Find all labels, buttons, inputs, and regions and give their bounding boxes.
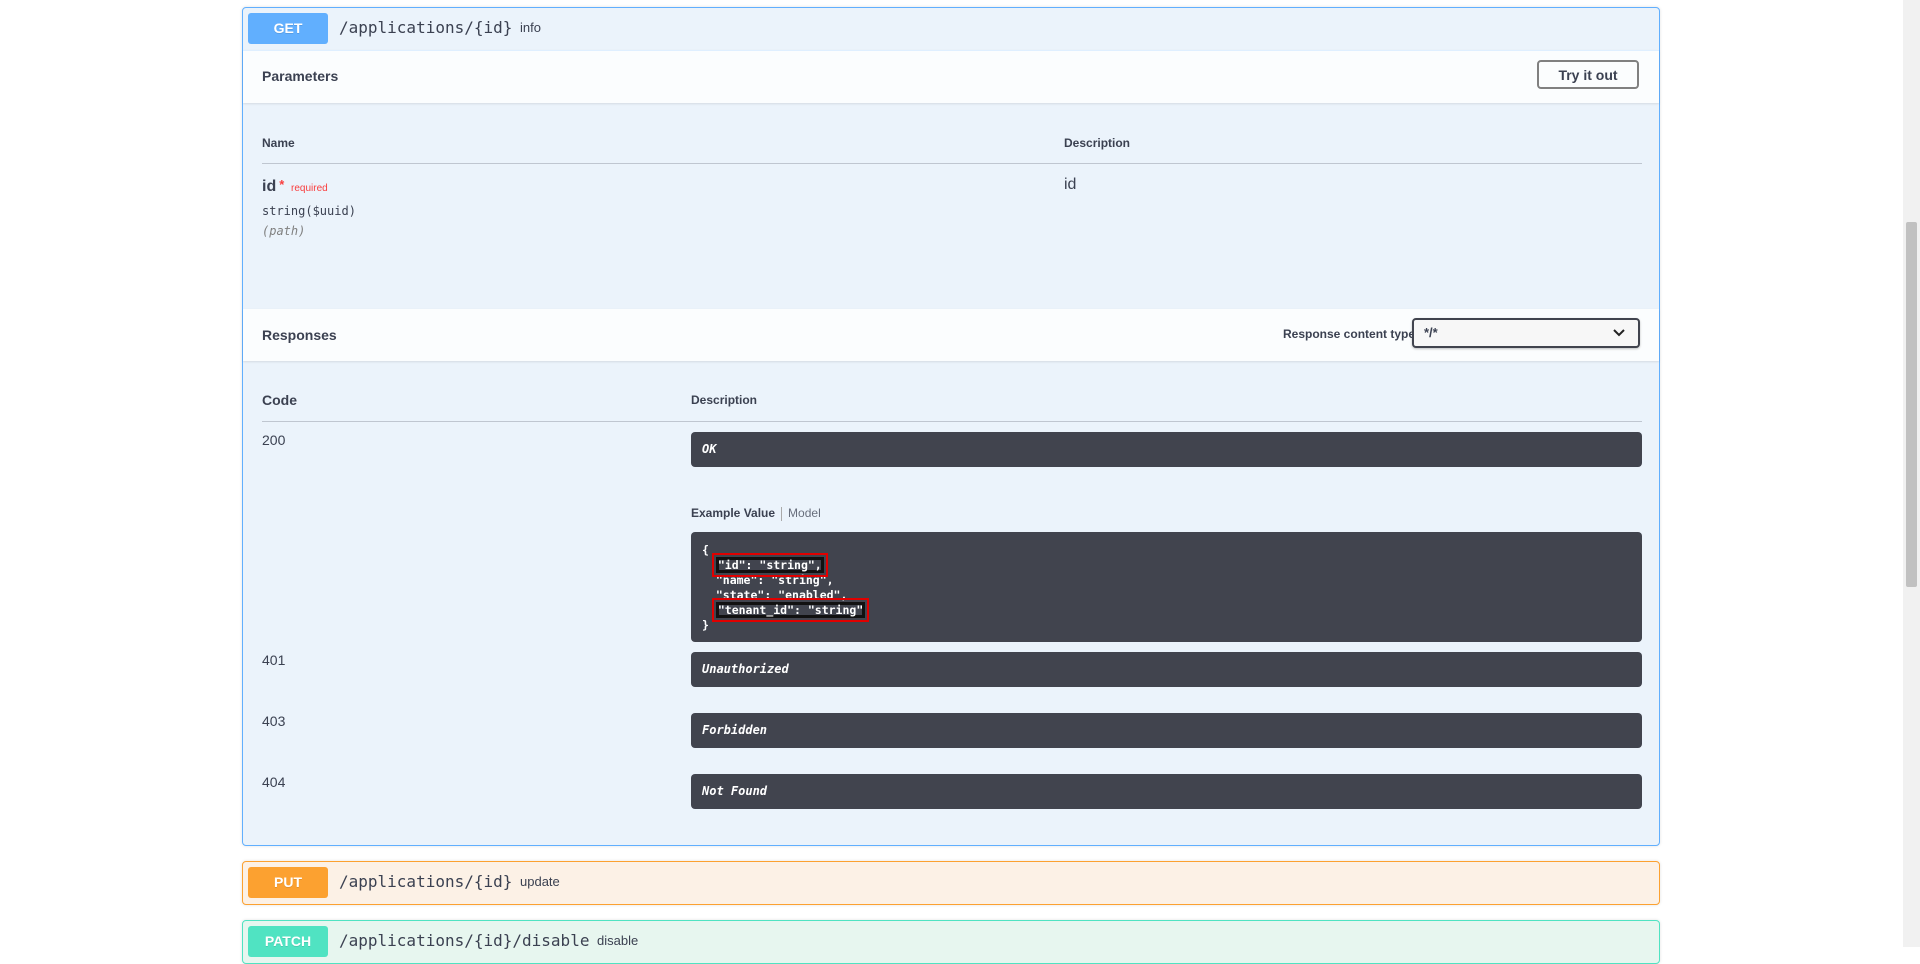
response-description-box: Forbidden <box>691 713 1642 748</box>
example-tabs: Example Value Model <box>691 506 821 521</box>
content-type-value: */* <box>1424 325 1438 340</box>
response-content-type-label: Response content type <box>1283 327 1416 341</box>
response-header-divider <box>262 421 1642 422</box>
json-line-state: "state": "enabled", <box>715 588 848 602</box>
put-operation-summary[interactable]: PUT /applications/{id} update <box>243 862 1659 904</box>
scrollbar-thumb[interactable] <box>1906 222 1917 587</box>
param-name-header: Name <box>262 136 295 150</box>
response-content-type-select[interactable]: */* <box>1412 318 1640 348</box>
response-code: 200 <box>262 432 286 448</box>
patch-operation-path[interactable]: /applications/{id}/disable <box>339 931 589 950</box>
patch-operation-summary-text[interactable]: disable <box>597 933 638 948</box>
patch-operation-summary[interactable]: PATCH /applications/{id}/disable disable <box>243 921 1659 963</box>
chevron-down-icon <box>1613 329 1625 337</box>
response-description-box: Not Found <box>691 774 1642 809</box>
json-close-brace: } <box>702 618 709 632</box>
patch-operation-block[interactable]: PATCH /applications/{id}/disable disable <box>242 920 1660 964</box>
required-star: * <box>279 177 285 192</box>
tab-model[interactable]: Model <box>788 506 821 520</box>
json-line-name: "name": "string", <box>715 573 834 587</box>
json-line-id-highlighted: "id": "string", <box>711 553 828 577</box>
param-id-location: (path) <box>262 224 306 238</box>
json-open-brace: { <box>702 543 709 557</box>
vertical-scrollbar[interactable] <box>1903 0 1920 947</box>
try-it-out-button[interactable]: Try it out <box>1537 60 1639 89</box>
json-line-tenant-highlighted: "tenant_id": "string" <box>711 598 870 622</box>
put-operation-summary-text[interactable]: update <box>520 874 560 889</box>
put-operation-path[interactable]: /applications/{id} <box>339 872 512 891</box>
example-value-code: { "id": "string", "name": "string", "sta… <box>691 532 1642 642</box>
response-description-header: Description <box>691 393 758 407</box>
param-header-divider <box>262 163 1642 164</box>
patch-method-badge[interactable]: PATCH <box>248 926 328 957</box>
response-description-box: Unauthorized <box>691 652 1642 687</box>
param-id-name: id * <box>262 177 285 195</box>
param-id-type: string($uuid) <box>262 204 356 218</box>
get-operation-path[interactable]: /applications/{id} <box>339 18 512 37</box>
response-description-box: OK <box>691 432 1642 467</box>
response-code: 404 <box>262 774 286 790</box>
response-code-header: Code <box>262 392 297 408</box>
get-method-badge[interactable]: GET <box>248 13 328 44</box>
response-code: 401 <box>262 652 286 668</box>
param-id-description: id <box>1064 176 1077 193</box>
parameters-title: Parameters <box>262 68 339 84</box>
put-method-badge[interactable]: PUT <box>248 867 328 898</box>
responses-title: Responses <box>262 327 337 343</box>
response-code: 403 <box>262 713 286 729</box>
tab-example-value[interactable]: Example Value <box>691 506 775 520</box>
get-operation-block: GET /applications/{id} info Parameters T… <box>242 7 1660 846</box>
put-operation-block[interactable]: PUT /applications/{id} update <box>242 861 1660 905</box>
get-operation-summary[interactable]: GET /applications/{id} info <box>243 8 1659 51</box>
required-label: required <box>291 183 328 194</box>
parameters-header: Parameters Try it out <box>243 50 1659 103</box>
param-description-header: Description <box>1064 136 1131 150</box>
get-operation-summary-text[interactable]: info <box>520 20 541 35</box>
